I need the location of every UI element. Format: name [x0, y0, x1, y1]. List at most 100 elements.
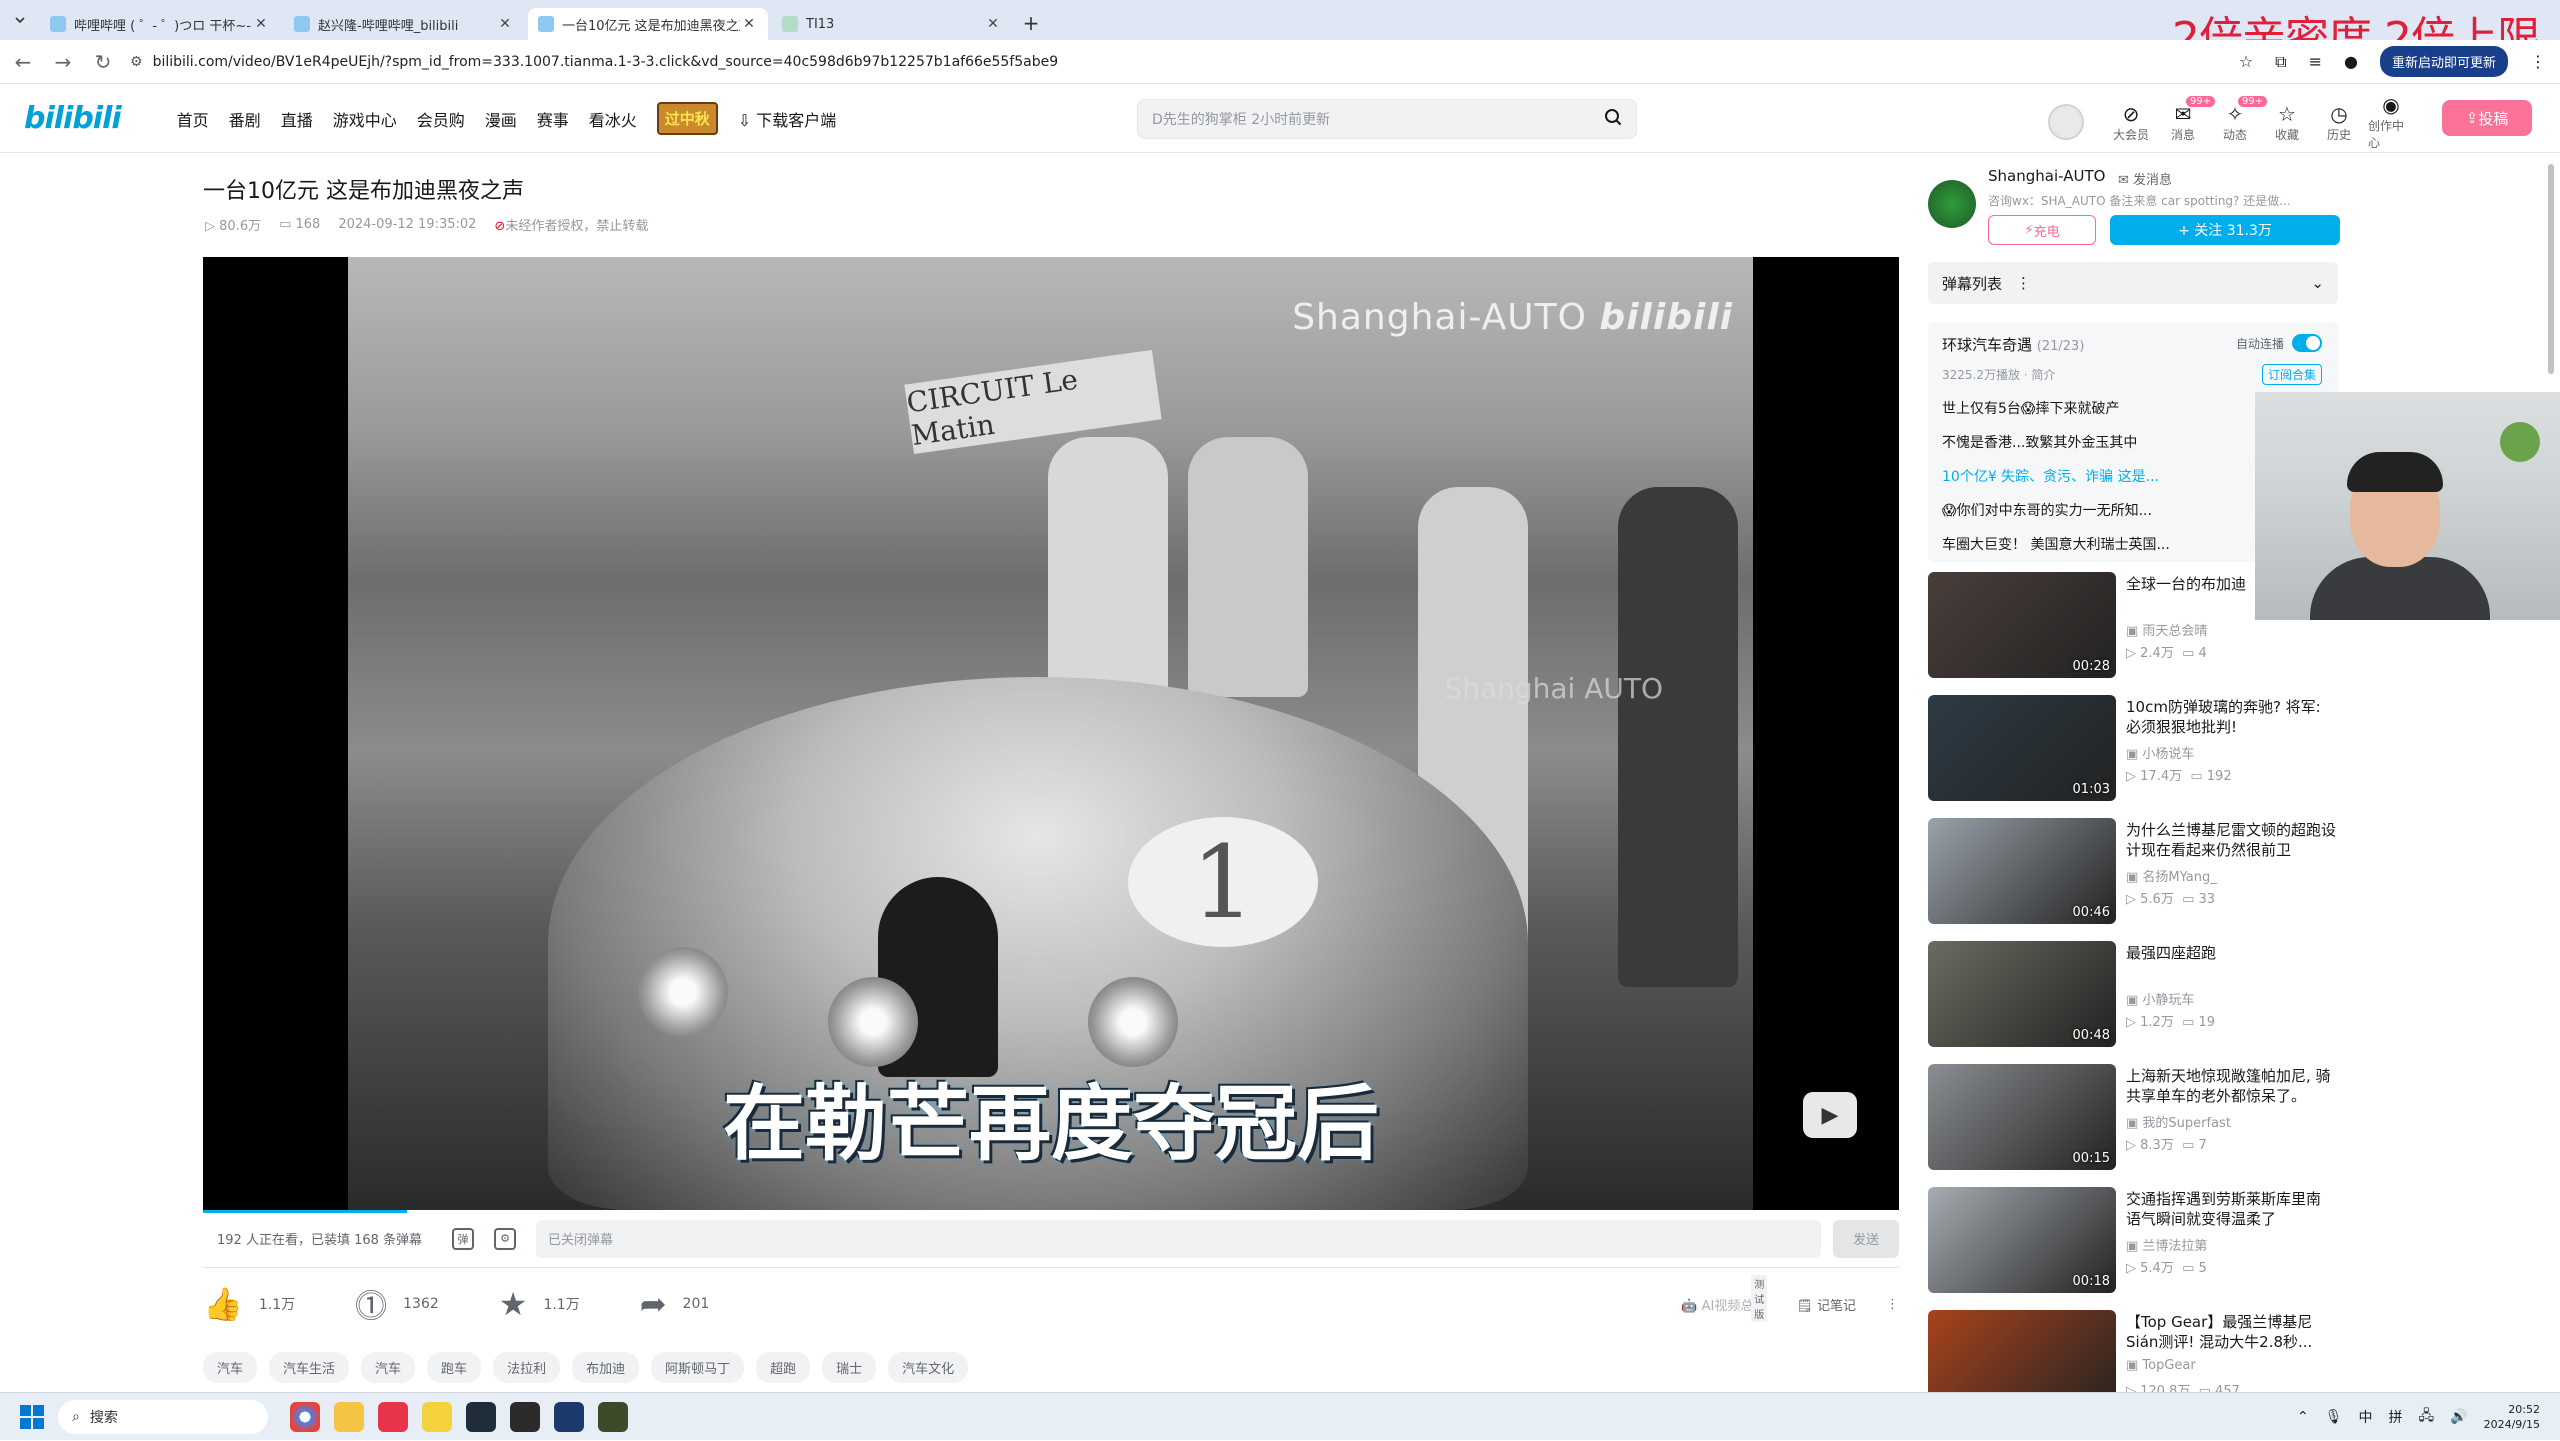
uploader-name[interactable]: Shanghai-AUTO [1988, 167, 2105, 185]
clock[interactable]: 20:52 2024/9/15 [2484, 1402, 2540, 1432]
tag-item[interactable]: 法拉利 [493, 1352, 561, 1383]
danmaku-list-header[interactable]: 弹幕列表 ⋮ ⌄ [1928, 262, 2338, 304]
coin-button[interactable]: ⓵ 1362 [355, 1281, 439, 1327]
collection-item-active[interactable]: 10个亿¥ 失踪、贪污、诈骗 这是... [1942, 466, 2202, 500]
uploader-avatar[interactable] [1928, 180, 1976, 228]
recommended-title[interactable]: 为什么兰博基尼雷文顿的超跑设计现在看起来仍然很前卫 [2126, 820, 2340, 860]
video-player[interactable]: CIRCUIT Le Matin 1 Shanghai-AUTO bilibil… [203, 257, 1899, 1210]
message-icon[interactable]: ✉ 99+ 消息 [2160, 95, 2216, 143]
danmaku-toggle-icon[interactable]: 弹 [452, 1227, 474, 1250]
browser-tab[interactable]: 赵兴隆-哔哩哔哩_bilibili ✕ [284, 8, 524, 40]
chevron-down-icon[interactable]: ⌄ [2311, 274, 2324, 292]
creator-center-icon[interactable]: ◉ 创作中心 [2368, 93, 2414, 151]
steam-icon[interactable] [554, 1401, 584, 1432]
chrome-icon[interactable] [290, 1401, 320, 1432]
recommended-author[interactable]: ▣ 兰博法拉第 [2126, 1235, 2207, 1254]
collection-item[interactable]: 车圈大巨变！ 美国意大利瑞士英国... [1942, 534, 2202, 568]
danmaku-settings-icon[interactable]: ⚙ [494, 1227, 516, 1250]
volume-icon[interactable]: 🔊 [2450, 1409, 2467, 1425]
video-thumbnail[interactable]: 00:18 [1928, 1187, 2116, 1293]
taskbar-search[interactable]: ⌕ 搜索 [58, 1399, 268, 1434]
nav-home[interactable]: 首页 [177, 107, 209, 131]
tag-item[interactable]: 瑞士 [822, 1352, 877, 1383]
reload-icon[interactable]: ↻ [86, 45, 120, 79]
tag-item[interactable]: 汽车 [203, 1352, 258, 1383]
browser-tab[interactable]: TI13 ✕ [772, 8, 1012, 40]
back-arrow-icon[interactable]: ← [6, 45, 40, 79]
nav-manga[interactable]: 漫画 [485, 107, 517, 131]
recommended-title[interactable]: 【Top Gear】最强兰博基尼Sián测评! 混动大牛2.8秒... [2126, 1312, 2340, 1352]
nav-game-center[interactable]: 游戏中心 [333, 107, 397, 131]
file-explorer-icon[interactable] [334, 1401, 364, 1432]
page-scrollbar[interactable] [2546, 154, 2556, 1390]
recommended-title[interactable]: 最强四座超跑 [2126, 943, 2340, 963]
recommended-video[interactable]: 01:03 10cm防弹玻璃的奔驰? 将军: 必须狠狠地批判! ▣ 小杨说车 ▷… [1928, 695, 2348, 818]
upload-button[interactable]: ⇪ 投稿 [2442, 100, 2532, 136]
forward-arrow-icon[interactable]: → [46, 45, 80, 79]
video-thumbnail[interactable]: 01:03 [1928, 695, 2116, 801]
recommended-author[interactable]: ▣ 名扬MYang_ [2126, 866, 2217, 885]
tag-item[interactable]: 汽车文化 [888, 1352, 969, 1383]
recommended-title[interactable]: 交通指挥遇到劳斯莱斯库里南 语气瞬间就变得温柔了 [2126, 1189, 2340, 1229]
danmaku-input[interactable]: 已关闭弹幕 [536, 1219, 1821, 1258]
video-thumbnail[interactable]: 00:46 [1928, 818, 2116, 924]
user-avatar[interactable] [2048, 104, 2084, 140]
video-thumbnail[interactable]: 00:28 [1928, 572, 2116, 678]
app-icon[interactable] [598, 1401, 628, 1432]
recommended-title[interactable]: 10cm防弹玻璃的奔驰? 将军: 必须狠狠地批判! [2126, 697, 2340, 737]
collection-item[interactable]: 😱你们对中东哥的实力一无所知... [1942, 500, 2202, 534]
mid-autumn-badge[interactable]: 过中秋 [656, 102, 718, 135]
close-tab-icon[interactable]: ✕ [740, 16, 758, 32]
video-thumbnail[interactable]: 00:48 [1928, 941, 2116, 1047]
dota-icon[interactable] [510, 1401, 540, 1432]
nav-esports[interactable]: 赛事 [537, 107, 569, 131]
scrollbar-thumb[interactable] [2548, 164, 2554, 374]
network-icon[interactable]: 🖧 [2419, 1405, 2435, 1429]
browser-tab[interactable]: 哔哩哔哩 ( ゜- ゜)つロ 干杯~-bili ✕ [40, 8, 280, 40]
history-icon[interactable]: ◷ 历史 [2316, 102, 2362, 143]
browser-tab-active[interactable]: 一台10亿元 这是布加迪黑夜之声 ✕ [528, 8, 768, 40]
ime-indicator[interactable]: 中 [2359, 1407, 2373, 1427]
tag-item[interactable]: 汽车 [361, 1352, 416, 1383]
send-danmaku-button[interactable]: 发送 [1833, 1219, 1899, 1258]
recommended-video[interactable]: 00:46 为什么兰博基尼雷文顿的超跑设计现在看起来仍然很前卫 ▣ 名扬MYan… [1928, 818, 2348, 941]
tag-item[interactable]: 阿斯顿马丁 [651, 1352, 745, 1383]
share-button[interactable]: ➦ 201 [640, 1285, 710, 1323]
nav-watch[interactable]: 看冰火 [589, 107, 637, 131]
tag-item[interactable]: 超跑 [756, 1352, 811, 1383]
close-tab-icon[interactable]: ✕ [984, 16, 1002, 32]
ime-mode[interactable]: 拼 [2389, 1407, 2403, 1427]
favorites-icon[interactable]: ☆ 收藏 [2264, 102, 2310, 143]
collection-title[interactable]: 环球汽车奇遇 (21/23) [1942, 334, 2084, 355]
like-button[interactable]: 👍 1.1万 [203, 1285, 295, 1323]
tab-search-icon[interactable] [0, 0, 40, 40]
send-message-link[interactable]: ✉ 发消息 [2118, 169, 2172, 188]
search-icon[interactable] [1604, 108, 1622, 130]
favorite-button[interactable]: ★ 1.1万 [499, 1285, 580, 1323]
site-info-icon[interactable]: ⚙ [130, 54, 143, 70]
recommended-video[interactable]: 00:18 交通指挥遇到劳斯莱斯库里南 语气瞬间就变得温柔了 ▣ 兰博法拉第 ▷… [1928, 1187, 2348, 1310]
close-tab-icon[interactable]: ✕ [496, 16, 514, 32]
browser-menu-icon[interactable]: ⋮ [2530, 52, 2546, 71]
tag-item[interactable]: 布加迪 [572, 1352, 640, 1383]
vip-icon[interactable]: ⊘ 大会员 [2108, 102, 2154, 143]
download-client-link[interactable]: ⇩ 下载客户端 [738, 107, 837, 131]
recommended-author[interactable]: ▣ 我的Superfast [2126, 1112, 2231, 1131]
microphone-icon[interactable]: 🎙 [2325, 1409, 2343, 1425]
bilibili-live-icon[interactable] [422, 1401, 452, 1432]
notes-button[interactable]: 🗒 记笔记 [1796, 1295, 1856, 1314]
update-button[interactable]: 重新启动即可更新 [2379, 46, 2508, 77]
collection-item[interactable]: 世上仅有5台😱摔下来就破产 [1942, 398, 2202, 432]
more-menu-icon[interactable]: ⋮ [1886, 1297, 1899, 1312]
tag-item[interactable]: 跑车 [427, 1352, 482, 1383]
video-progress[interactable] [203, 1210, 407, 1213]
extensions-icon[interactable]: ⧉ [2275, 52, 2286, 72]
bilibili-logo[interactable]: bilibili [24, 101, 122, 136]
subscribe-collection-button[interactable]: 订阅合集 [2261, 364, 2322, 385]
reading-list-icon[interactable]: ≡ [2309, 52, 2322, 71]
video-thumbnail[interactable]: 00:15 [1928, 1064, 2116, 1170]
nav-mall[interactable]: 会员购 [417, 107, 465, 131]
autoplay-toggle[interactable] [2292, 334, 2322, 352]
obs-icon[interactable] [466, 1401, 496, 1432]
recommended-video[interactable]: 00:15 上海新天地惊现敞篷帕加尼, 骑共享单车的老外都惊呆了。 ▣ 我的Su… [1928, 1064, 2348, 1187]
